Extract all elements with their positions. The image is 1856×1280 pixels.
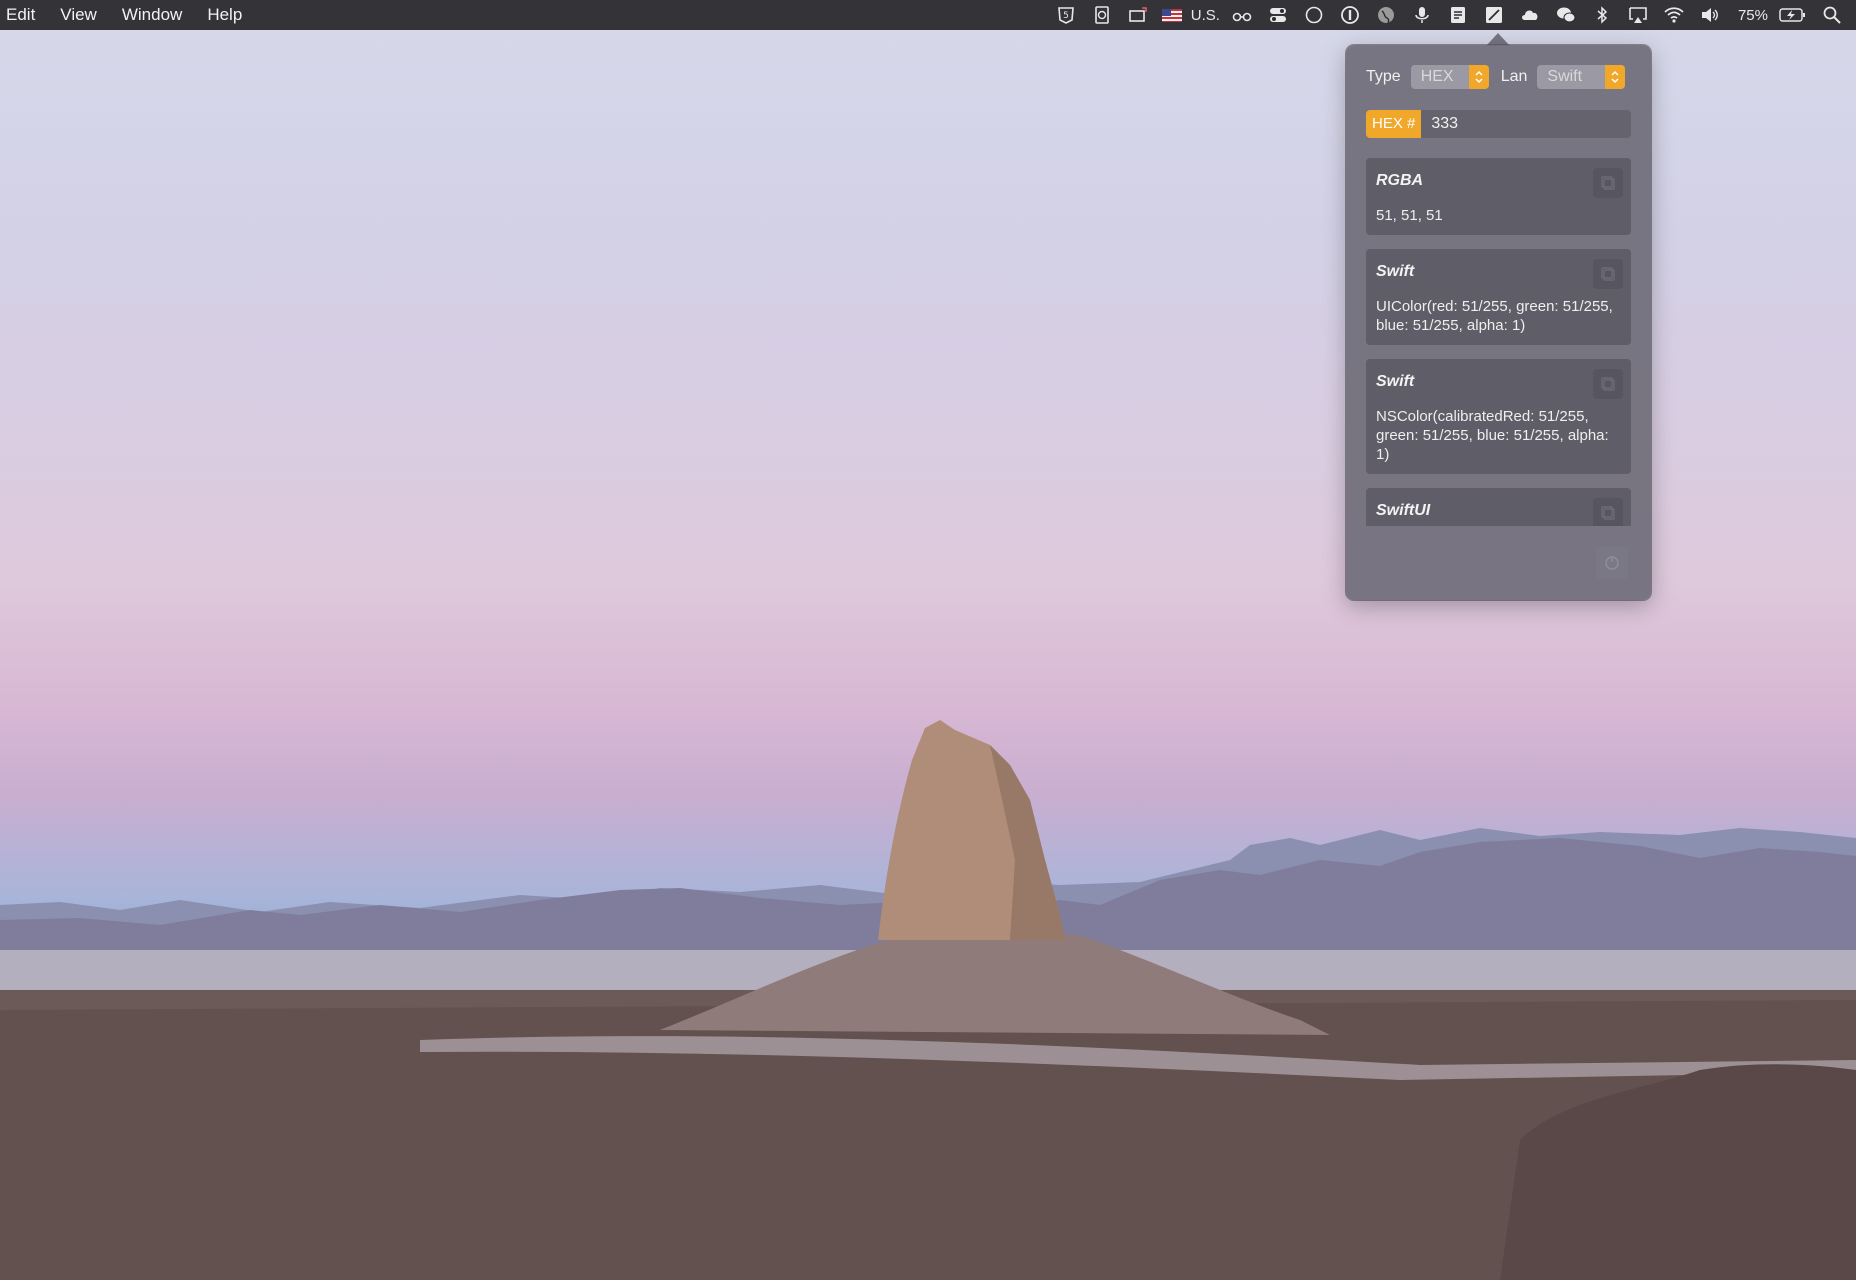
result-card-title: RGBA (1376, 172, 1424, 189)
result-card-title: SwiftUI (1376, 502, 1431, 519)
copy-button[interactable] (1593, 168, 1623, 198)
input-source[interactable]: U.S. (1161, 6, 1224, 24)
power-button[interactable] (1596, 547, 1628, 579)
hex-input-row: HEX # (1366, 110, 1631, 138)
control-toggles-icon[interactable] (1267, 4, 1289, 26)
result-card-value: 51, 51, 51 (1376, 207, 1443, 224)
menu-help[interactable]: Help (207, 0, 253, 30)
input-source-label: U.S. (1190, 6, 1220, 24)
battery-status[interactable]: 75% (1734, 4, 1814, 26)
volume-icon[interactable] (1699, 4, 1721, 26)
result-card-title: Swift (1376, 263, 1415, 280)
copy-icon (1601, 506, 1615, 520)
color-converter-popover: Type HEX Lan Swift HEX # RGBA 51, 51, 51 (1346, 45, 1651, 600)
notes-icon[interactable] (1447, 4, 1469, 26)
menu-window[interactable]: Window (122, 0, 193, 30)
lan-label: Lan (1500, 68, 1528, 85)
battery-charging-icon (1779, 4, 1807, 26)
cloud-icon[interactable] (1519, 4, 1541, 26)
battery-percent: 75% (1737, 6, 1768, 24)
us-flag-icon (1161, 8, 1182, 22)
menu-edit[interactable]: Edit (6, 0, 46, 30)
type-select-value: HEX (1420, 68, 1454, 85)
microphone-icon[interactable] (1411, 4, 1433, 26)
result-card-uicolor: Swift UIColor(red: 51/255, green: 51/255… (1366, 249, 1631, 345)
copy-button[interactable] (1593, 259, 1623, 289)
globe-icon[interactable] (1375, 4, 1397, 26)
type-select[interactable]: HEX (1410, 65, 1489, 89)
password-manager-icon[interactable] (1339, 4, 1361, 26)
language-select-value: Swift (1547, 68, 1583, 85)
updown-chevron-icon (1605, 65, 1626, 89)
spotlight-search-icon[interactable] (1821, 4, 1843, 26)
popover-controls: Type HEX Lan Swift (1366, 65, 1626, 89)
screen-capture-icon[interactable] (1127, 4, 1149, 26)
result-card-nscolor: Swift NSColor(calibratedRed: 51/255, gre… (1366, 359, 1631, 474)
wechat-icon[interactable] (1555, 4, 1577, 26)
circle-icon[interactable] (1303, 4, 1325, 26)
copy-button[interactable] (1593, 498, 1623, 526)
hex-prefix-label: HEX # (1366, 110, 1422, 138)
menu-bar: Edit View Window Help 5 U.S. 75% (0, 0, 1856, 30)
result-card-value: NSColor(calibratedRed: 51/255, green: 51… (1376, 408, 1609, 463)
updown-chevron-icon (1468, 65, 1489, 89)
result-card-title: Swift (1376, 373, 1415, 390)
sync-doc-icon[interactable] (1091, 4, 1113, 26)
status-area: 5 U.S. 75% (1048, 0, 1850, 30)
result-card-rgba: RGBA 51, 51, 51 (1366, 158, 1631, 235)
menu-view[interactable]: View (60, 0, 108, 30)
result-card-value: UIColor(red: 51/255, green: 51/255, blue… (1376, 298, 1613, 334)
bluetooth-icon[interactable] (1591, 4, 1613, 26)
airplay-icon[interactable] (1627, 4, 1649, 26)
svg-text:5: 5 (1063, 11, 1069, 21)
hex-input[interactable] (1429, 114, 1624, 134)
results-list[interactable]: RGBA 51, 51, 51 Swift UIColor(red: 51/25… (1366, 158, 1631, 526)
glasses-icon[interactable] (1231, 4, 1253, 26)
copy-icon (1601, 377, 1615, 391)
language-select[interactable]: Swift (1537, 65, 1626, 89)
app-menus: Edit View Window Help (6, 0, 267, 30)
copy-icon (1601, 267, 1615, 281)
shield-five-icon[interactable]: 5 (1055, 4, 1077, 26)
power-icon (1605, 556, 1619, 570)
color-picker-icon[interactable] (1483, 4, 1505, 26)
type-label: Type (1366, 68, 1401, 85)
result-card-swiftui: SwiftUI (1366, 488, 1631, 526)
copy-icon (1601, 176, 1615, 190)
copy-button[interactable] (1593, 369, 1623, 399)
wifi-icon[interactable] (1663, 4, 1685, 26)
